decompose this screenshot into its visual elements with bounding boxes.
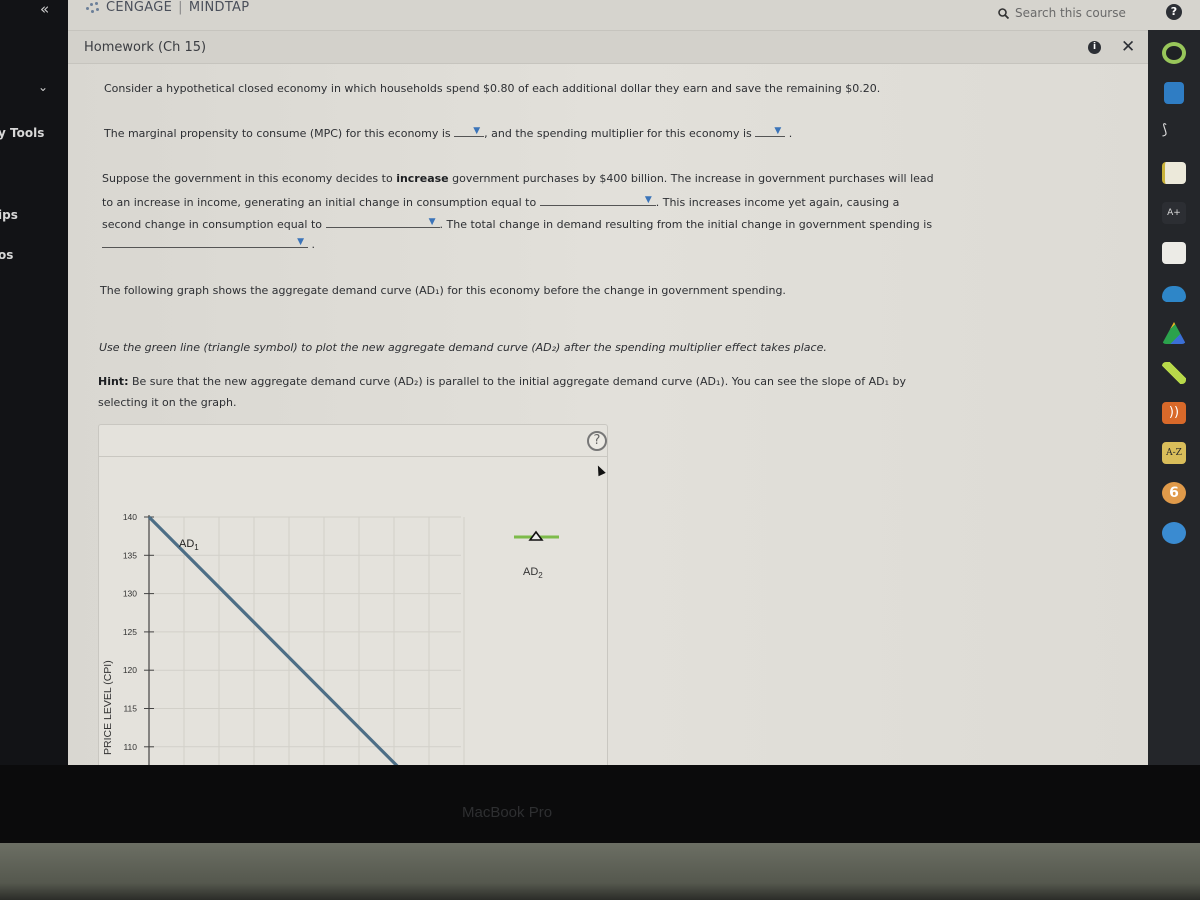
readspeaker-icon[interactable]: 6 <box>1162 482 1186 504</box>
dropdown-arrow-icon: ▼ <box>644 195 652 205</box>
nav-item-tips[interactable]: ips <box>0 208 18 222</box>
nav-item-study-tools[interactable]: y Tools <box>0 126 44 140</box>
brand-name: CENGAGE <box>106 0 173 15</box>
y-axis: 140 135 130 125 120 115 110 <box>123 512 154 765</box>
gov-line-3: second change in consumption equal to ▼.… <box>102 216 932 231</box>
ad1-label-main: AD <box>179 538 194 550</box>
gov-emphasis: increase <box>396 172 449 185</box>
dropdown-arrow-icon: ▼ <box>774 126 782 136</box>
product-name: MINDTAP <box>188 0 250 15</box>
cloud-icon[interactable] <box>1162 286 1186 302</box>
kaltura-icon[interactable]: ⟆ <box>1162 122 1186 144</box>
graph-intro-text: The following graph shows the aggregate … <box>100 284 786 297</box>
ad1-label-sub: 1 <box>194 543 199 552</box>
gov-text-3a: second change in consumption equal to <box>102 218 323 231</box>
hint-text-2: selecting it on the graph. <box>98 396 237 409</box>
top-bar: CENGAGE | MINDTAP Search this course ? <box>68 0 1200 30</box>
notes-icon[interactable] <box>1162 162 1186 184</box>
hint-label: Hint: <box>98 375 129 388</box>
y-axis-label: PRICE LEVEL (CPI) <box>102 660 114 755</box>
gov-line-2: to an increase in income, generating an … <box>102 194 899 209</box>
hint-body: Be sure that the new aggregate demand cu… <box>131 375 906 388</box>
glossary-icon[interactable]: A-Z <box>1162 442 1186 464</box>
rss-icon[interactable]: )) <box>1162 402 1186 424</box>
period: . <box>311 238 316 251</box>
google-drive-icon[interactable] <box>1162 322 1186 344</box>
ad2-tool[interactable]: AD2 <box>514 530 559 580</box>
gov-text-1a: Suppose the government in this economy d… <box>102 172 393 185</box>
aplus-icon[interactable]: A+ <box>1162 202 1186 224</box>
y-tick-label: 110 <box>123 742 137 752</box>
mpc-text: The marginal propensity to consume (MPC)… <box>104 127 451 140</box>
graph-panel[interactable]: ? 140 135 130 125 120 115 110 PRICE LEVEL (CPI… <box>98 424 608 765</box>
flashcards-icon[interactable] <box>1162 242 1186 264</box>
mpc-question: The marginal propensity to consume (MPC)… <box>104 125 792 140</box>
gov-line-4: ▼ . <box>102 236 315 251</box>
second-consumption-dropdown[interactable]: ▼ <box>325 216 440 228</box>
intro-text: Consider a hypothetical closed economy i… <box>104 82 881 95</box>
ad1-curve[interactable] <box>147 515 401 765</box>
macbook-label: MacBook Pro <box>462 804 553 821</box>
ad2-label: AD2 <box>523 566 543 580</box>
y-tick-label: 140 <box>123 512 137 522</box>
ad1-label[interactable]: AD1 <box>179 538 199 552</box>
activity-title: Homework (Ch 15) <box>84 40 207 55</box>
hint-text: Hint: Be sure that the new aggregate dem… <box>98 375 906 388</box>
dropdown-arrow-icon: ▼ <box>297 237 304 247</box>
period: . <box>788 127 793 140</box>
y-tick-label: 125 <box>123 627 137 637</box>
brand-separator: | <box>178 0 183 15</box>
left-nav: « ⌄ y Tools ips os <box>0 0 68 765</box>
laptop-keyboard-edge <box>0 843 1200 900</box>
progress-ring-icon[interactable] <box>1162 42 1186 64</box>
highlighter-icon[interactable] <box>1162 362 1186 384</box>
gov-text-3b: . The total change in demand resulting f… <box>439 218 933 231</box>
cengage-logo-icon <box>86 1 100 14</box>
ad2-label-main: AD <box>523 566 538 578</box>
ad2-label-sub: 2 <box>538 571 543 580</box>
chart-grid <box>148 516 465 765</box>
search-input[interactable]: Search this course <box>1015 6 1126 20</box>
chart-svg[interactable]: 140135130125120115110 PRICE LEVEL (CPI) … <box>99 425 607 765</box>
total-demand-dropdown[interactable]: ▼ <box>102 236 308 248</box>
y-tick-label: 115 <box>123 704 137 714</box>
chart-series <box>147 515 401 765</box>
gov-text-2b: . This increases income yet again, causi… <box>655 196 900 209</box>
y-tick-label: 135 <box>123 550 137 560</box>
instruction-italic: Use the green line (triangle symbol) to … <box>99 341 827 354</box>
question-content: Consider a hypothetical closed economy i… <box>68 64 1148 765</box>
y-tick-label: 130 <box>123 589 137 599</box>
gov-text-2a: to an increase in income, generating an … <box>102 196 537 209</box>
gov-line-1: Suppose the government in this economy d… <box>102 172 934 185</box>
search-icon <box>998 7 1009 19</box>
instruction-text: Use the green line (triangle symbol) to … <box>99 341 827 354</box>
dropdown-arrow-icon: ▼ <box>473 126 481 136</box>
gov-text-1b: government purchases by $400 billion. Th… <box>452 172 934 185</box>
collapse-nav-button[interactable]: « <box>40 0 49 18</box>
cengage-icon[interactable] <box>1162 522 1186 544</box>
multiplier-text: , and the spending multiplier for this e… <box>484 127 752 140</box>
activity-header: Homework (Ch 15) i ✕ <box>68 30 1148 64</box>
browser-screen: « ⌄ y Tools ips os CENGAGE | MINDTAP Sea… <box>0 0 1200 765</box>
multiplier-dropdown[interactable]: ▼ <box>755 125 786 137</box>
dropdown-arrow-icon: ▼ <box>428 217 436 227</box>
notebook-icon[interactable] <box>1164 82 1184 104</box>
info-button[interactable]: i <box>1088 41 1101 54</box>
initial-consumption-dropdown[interactable]: ▼ <box>539 194 656 206</box>
mpc-dropdown[interactable]: ▼ <box>454 125 485 137</box>
nav-item-apps[interactable]: os <box>0 248 13 262</box>
chevron-down-icon[interactable]: ⌄ <box>38 80 48 94</box>
app-dock: ⟆ A+ )) A-Z 6 <box>1148 30 1200 765</box>
search-course[interactable]: Search this course <box>998 6 1126 20</box>
y-tick-label: 120 <box>123 665 137 675</box>
help-button[interactable]: ? <box>1166 4 1182 20</box>
close-button[interactable]: ✕ <box>1121 37 1135 57</box>
brand[interactable]: CENGAGE | MINDTAP <box>86 0 249 15</box>
